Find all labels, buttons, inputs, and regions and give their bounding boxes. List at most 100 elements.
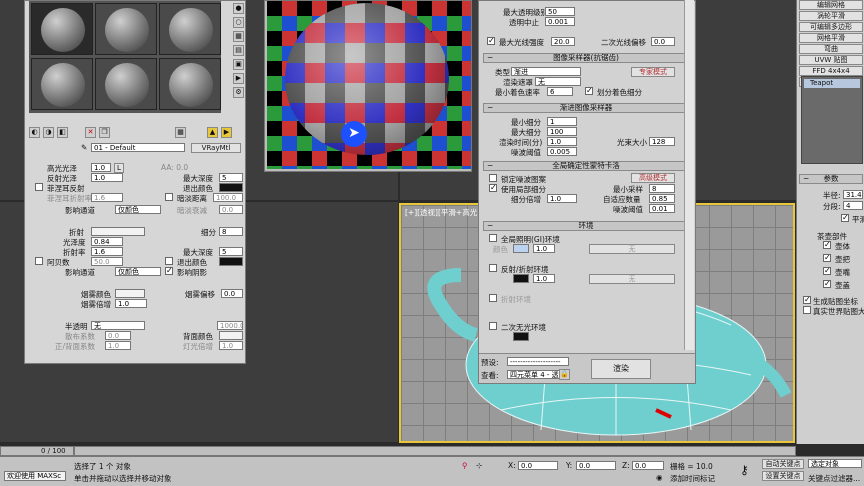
- params-rollup[interactable]: − 参数: [799, 174, 863, 184]
- video-check-icon[interactable]: ▣: [233, 59, 244, 70]
- expert-mode-button[interactable]: 专家模式: [631, 67, 675, 77]
- part-body-checkbox[interactable]: [823, 240, 831, 249]
- secondary-env-swatch[interactable]: [513, 332, 529, 341]
- copy-material-icon[interactable]: ❐: [99, 127, 110, 138]
- real-world-checkbox[interactable]: [803, 306, 811, 314]
- fresnel-ior-field[interactable]: 1.6: [91, 193, 123, 202]
- modifier-button-4[interactable]: 网格平滑: [799, 33, 863, 43]
- modifier-button-1[interactable]: 编辑网格: [799, 0, 863, 10]
- options-icon[interactable]: ⚙: [233, 87, 244, 98]
- sample-slot-5[interactable]: [95, 58, 157, 110]
- progressive-rollup[interactable]: − 渐进图像采样器: [483, 103, 689, 113]
- refl-mult-field[interactable]: 1.0: [533, 274, 555, 283]
- uv-tiling-icon[interactable]: ▤: [233, 45, 244, 56]
- x-field[interactable]: 0.0: [518, 461, 558, 470]
- translucency-select[interactable]: 无: [91, 321, 145, 330]
- track-bar[interactable]: [74, 446, 796, 456]
- dim-distance-field[interactable]: 100.0: [213, 193, 243, 202]
- global-dmc-rollup[interactable]: − 全局确定性蒙特卡洛: [483, 161, 689, 171]
- advanced-mode-button[interactable]: 高级模式: [631, 173, 675, 183]
- hilight-lock-button[interactable]: L: [114, 163, 124, 173]
- abbe-checkbox[interactable]: [35, 257, 43, 265]
- scatter-field[interactable]: 0.0: [105, 331, 131, 340]
- backlight-icon[interactable]: ○: [233, 17, 244, 28]
- environment-rollup[interactable]: − 环境: [483, 221, 689, 231]
- dim-falloff-field[interactable]: 0.0: [219, 205, 243, 214]
- selected-select[interactable]: 选定对象: [808, 459, 862, 468]
- radius-field[interactable]: 31.4: [843, 190, 863, 199]
- preset-select[interactable]: --------------------: [507, 357, 569, 366]
- max-ray-intensity-checkbox[interactable]: [487, 36, 495, 45]
- refr-exit-checkbox[interactable]: [165, 257, 173, 265]
- key-icon[interactable]: ⚷: [740, 463, 749, 477]
- affect-shadows-checkbox[interactable]: [165, 266, 173, 275]
- adaptive-amount-field[interactable]: 0.85: [649, 194, 675, 203]
- hilight-gloss-field[interactable]: 1.0: [91, 163, 111, 172]
- transform-mode-icon[interactable]: ⊹: [476, 461, 482, 470]
- gi-env-checkbox[interactable]: [489, 234, 497, 242]
- fog-bias-field[interactable]: 0.0: [221, 289, 243, 298]
- z-field[interactable]: 0.0: [632, 461, 664, 470]
- make-preview-icon[interactable]: ▶: [233, 73, 244, 84]
- sample-slot-1[interactable]: [31, 3, 93, 55]
- modifier-button-3[interactable]: 可编辑多边形: [799, 22, 863, 32]
- refl-env-checkbox[interactable]: [489, 264, 497, 272]
- y-field[interactable]: 0.0: [576, 461, 616, 470]
- trans-cutoff-field[interactable]: 0.001: [545, 17, 575, 26]
- max-trans-level-field[interactable]: 50: [545, 7, 575, 16]
- go-parent-icon[interactable]: ▲: [207, 127, 218, 138]
- go-sibling-icon[interactable]: ▶: [221, 127, 232, 138]
- set-key-button[interactable]: 设置关键点: [762, 471, 804, 481]
- segments-field[interactable]: 4: [843, 201, 863, 210]
- lock-noise-checkbox[interactable]: [489, 174, 497, 182]
- refr-affect-select[interactable]: 仅颜色: [115, 267, 161, 276]
- sample-type-icon[interactable]: ●: [233, 3, 244, 14]
- key-filters[interactable]: 关键点过滤器...: [808, 473, 860, 484]
- divide-shading-checkbox[interactable]: [585, 86, 593, 95]
- refr-env-checkbox[interactable]: [489, 294, 497, 302]
- max-depth-field[interactable]: 5: [219, 173, 243, 182]
- exit-color-swatch[interactable]: [219, 183, 243, 192]
- dim-distance-checkbox[interactable]: [165, 193, 173, 201]
- background-icon[interactable]: ▦: [233, 31, 244, 42]
- thickness-field[interactable]: 1000.0: [217, 321, 243, 330]
- refr-max-depth-field[interactable]: 5: [219, 247, 243, 256]
- add-time-tag[interactable]: 添加时间标记: [670, 473, 715, 484]
- sample-slot-4[interactable]: [31, 58, 93, 110]
- refr-exit-swatch[interactable]: [219, 257, 243, 266]
- get-material-icon[interactable]: ◐: [29, 127, 40, 138]
- part-spout-checkbox[interactable]: [823, 266, 831, 275]
- gi-mult-field[interactable]: 1.0: [533, 244, 555, 253]
- fwd-back-field[interactable]: 1.0: [105, 341, 131, 350]
- eyedropper-icon[interactable]: ✎: [81, 143, 87, 152]
- lock-icon[interactable]: 🔒: [559, 369, 570, 380]
- modifier-button-6[interactable]: UVW 贴图: [799, 55, 863, 65]
- sample-slot-6[interactable]: [159, 58, 221, 110]
- render-time-field[interactable]: 1.0: [547, 137, 577, 146]
- modifier-button-2[interactable]: 涡轮平滑: [799, 11, 863, 21]
- put-to-scene-icon[interactable]: ◑: [43, 127, 54, 138]
- use-local-subdiv-checkbox[interactable]: [489, 183, 497, 192]
- time-tag-icon[interactable]: ◉: [656, 473, 663, 482]
- part-handle-checkbox[interactable]: [823, 253, 831, 262]
- refr-subdivs-field[interactable]: 8: [219, 227, 243, 236]
- back-color-swatch[interactable]: [219, 331, 243, 340]
- render-mask-select[interactable]: 无: [535, 77, 581, 86]
- modifier-stack[interactable]: Teapot: [801, 76, 863, 164]
- affect-channels-select[interactable]: 仅颜色: [115, 205, 161, 214]
- auto-key-button[interactable]: 自动关键点: [762, 459, 804, 469]
- modifier-button-5[interactable]: 弯曲: [799, 44, 863, 54]
- fog-mult-field[interactable]: 1.0: [115, 299, 147, 308]
- maxscript-listener[interactable]: 欢迎使用 MAXSc: [4, 471, 66, 481]
- gi-color-swatch[interactable]: [513, 244, 529, 253]
- refr-ior-field[interactable]: 1.6: [91, 247, 123, 256]
- subdiv-mult-field[interactable]: 1.0: [547, 194, 577, 203]
- part-lid-checkbox[interactable]: [823, 279, 831, 288]
- min-samples-field[interactable]: 8: [649, 184, 675, 193]
- refraction-swatch[interactable]: [91, 227, 145, 236]
- max-subdiv-field[interactable]: 100: [547, 127, 577, 136]
- render-dialog-scrollbar[interactable]: [684, 0, 694, 350]
- show-map-icon[interactable]: ▦: [175, 127, 186, 138]
- noise-thresh2-field[interactable]: 0.01: [649, 204, 675, 213]
- refl-env-swatch[interactable]: [513, 274, 529, 283]
